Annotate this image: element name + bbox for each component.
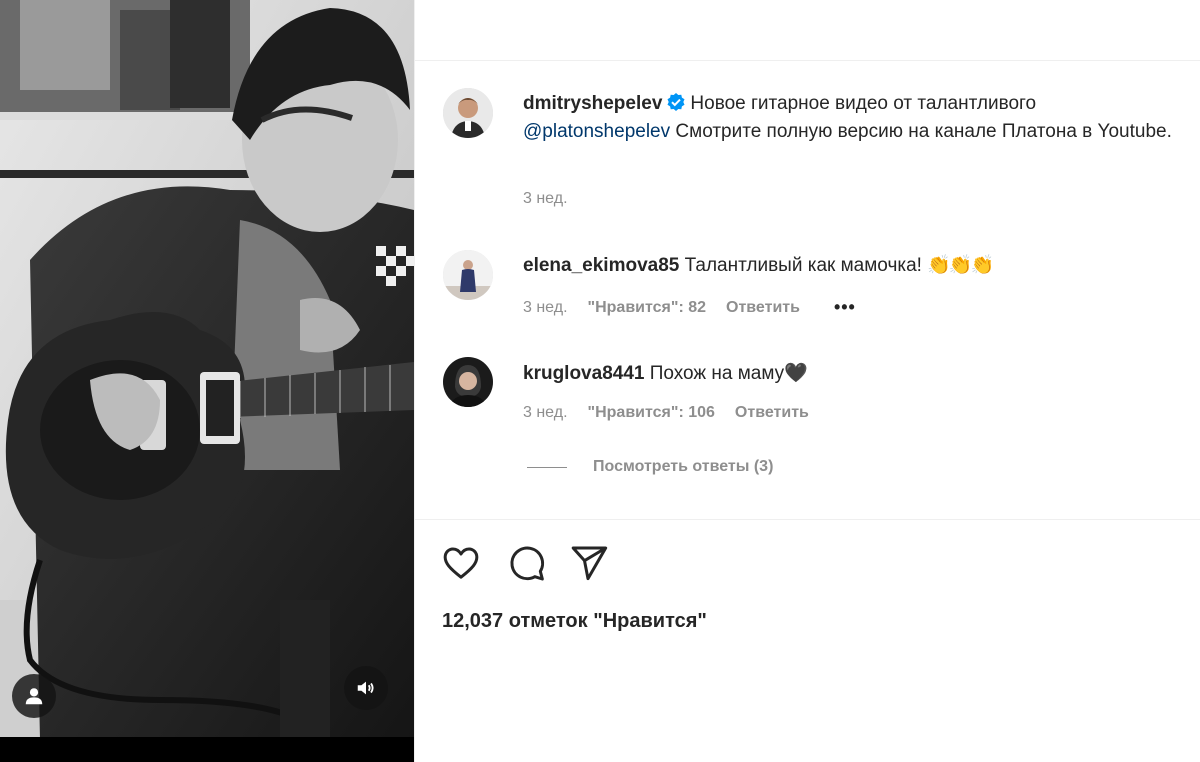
reply-button[interactable]: Ответить <box>735 404 809 422</box>
author-username[interactable]: dmitryshepelev <box>523 93 662 114</box>
post-caption: dmitryshepelev Новое гитарное видео от та… <box>523 90 1183 146</box>
caption-meta: 3 нед. <box>523 190 568 208</box>
view-replies-label: Посмотреть ответы (3) <box>593 458 774 475</box>
heart-icon[interactable] <box>441 543 481 583</box>
post-details-panel: dmitryshepelev Новое гитарное видео от та… <box>414 0 1200 762</box>
comment-item: elena_ekimova85 Талантливый как мамочка!… <box>523 252 1183 280</box>
replies-line <box>527 466 567 468</box>
comment-meta: 3 нед. "Нравится": 82 Ответить ••• <box>523 297 856 318</box>
caption-time[interactable]: 3 нед. <box>523 190 568 208</box>
comment-item: kruglova8441 Похож на маму🖤 <box>523 360 1183 388</box>
reply-button[interactable]: Ответить <box>726 299 800 317</box>
comment-time[interactable]: 3 нед. <box>523 404 568 422</box>
post-video[interactable] <box>0 0 414 762</box>
caption-text-2: Смотрите полную версию на канале Платона… <box>675 121 1172 142</box>
media-bottom-bar <box>0 737 414 762</box>
comment-text: Похож на маму <box>649 363 785 384</box>
commenter-avatar[interactable] <box>443 357 493 407</box>
comment-likes-count[interactable]: "Нравится": 106 <box>588 404 715 422</box>
view-replies-button[interactable]: Посмотреть ответы (3) <box>527 458 773 476</box>
sound-toggle-button[interactable] <box>344 666 388 710</box>
actions-divider <box>415 519 1200 520</box>
comment-options-button[interactable]: ••• <box>834 297 856 318</box>
author-avatar[interactable] <box>443 88 493 138</box>
video-frame <box>0 0 414 762</box>
comment-emoji: 👏👏👏 <box>927 255 994 276</box>
likes-count[interactable]: 12,037 отметок "Нравится" <box>442 610 707 633</box>
comment-icon[interactable] <box>506 543 546 583</box>
comment-emoji: 🖤 <box>784 363 808 384</box>
comment-text: Талантливый как мамочка! <box>684 255 922 276</box>
comment-username[interactable]: elena_ekimova85 <box>523 255 679 276</box>
tag-people-button[interactable] <box>12 674 56 718</box>
commenter-avatar[interactable] <box>443 250 493 300</box>
caption-text-1: Новое гитарное видео от талантливого <box>690 93 1037 114</box>
person-tag-icon <box>25 688 43 705</box>
header-divider <box>415 60 1200 61</box>
caption-mention-link[interactable]: @platonshepelev <box>523 121 670 142</box>
comment-meta: 3 нед. "Нравится": 106 Ответить <box>523 404 809 422</box>
speaker-icon <box>357 681 374 695</box>
comment-time[interactable]: 3 нед. <box>523 299 568 317</box>
comment-username[interactable]: kruglova8441 <box>523 363 644 384</box>
verified-badge-icon <box>667 93 685 111</box>
comment-likes-count[interactable]: "Нравится": 82 <box>588 299 707 317</box>
paper-plane-icon[interactable] <box>569 543 609 583</box>
